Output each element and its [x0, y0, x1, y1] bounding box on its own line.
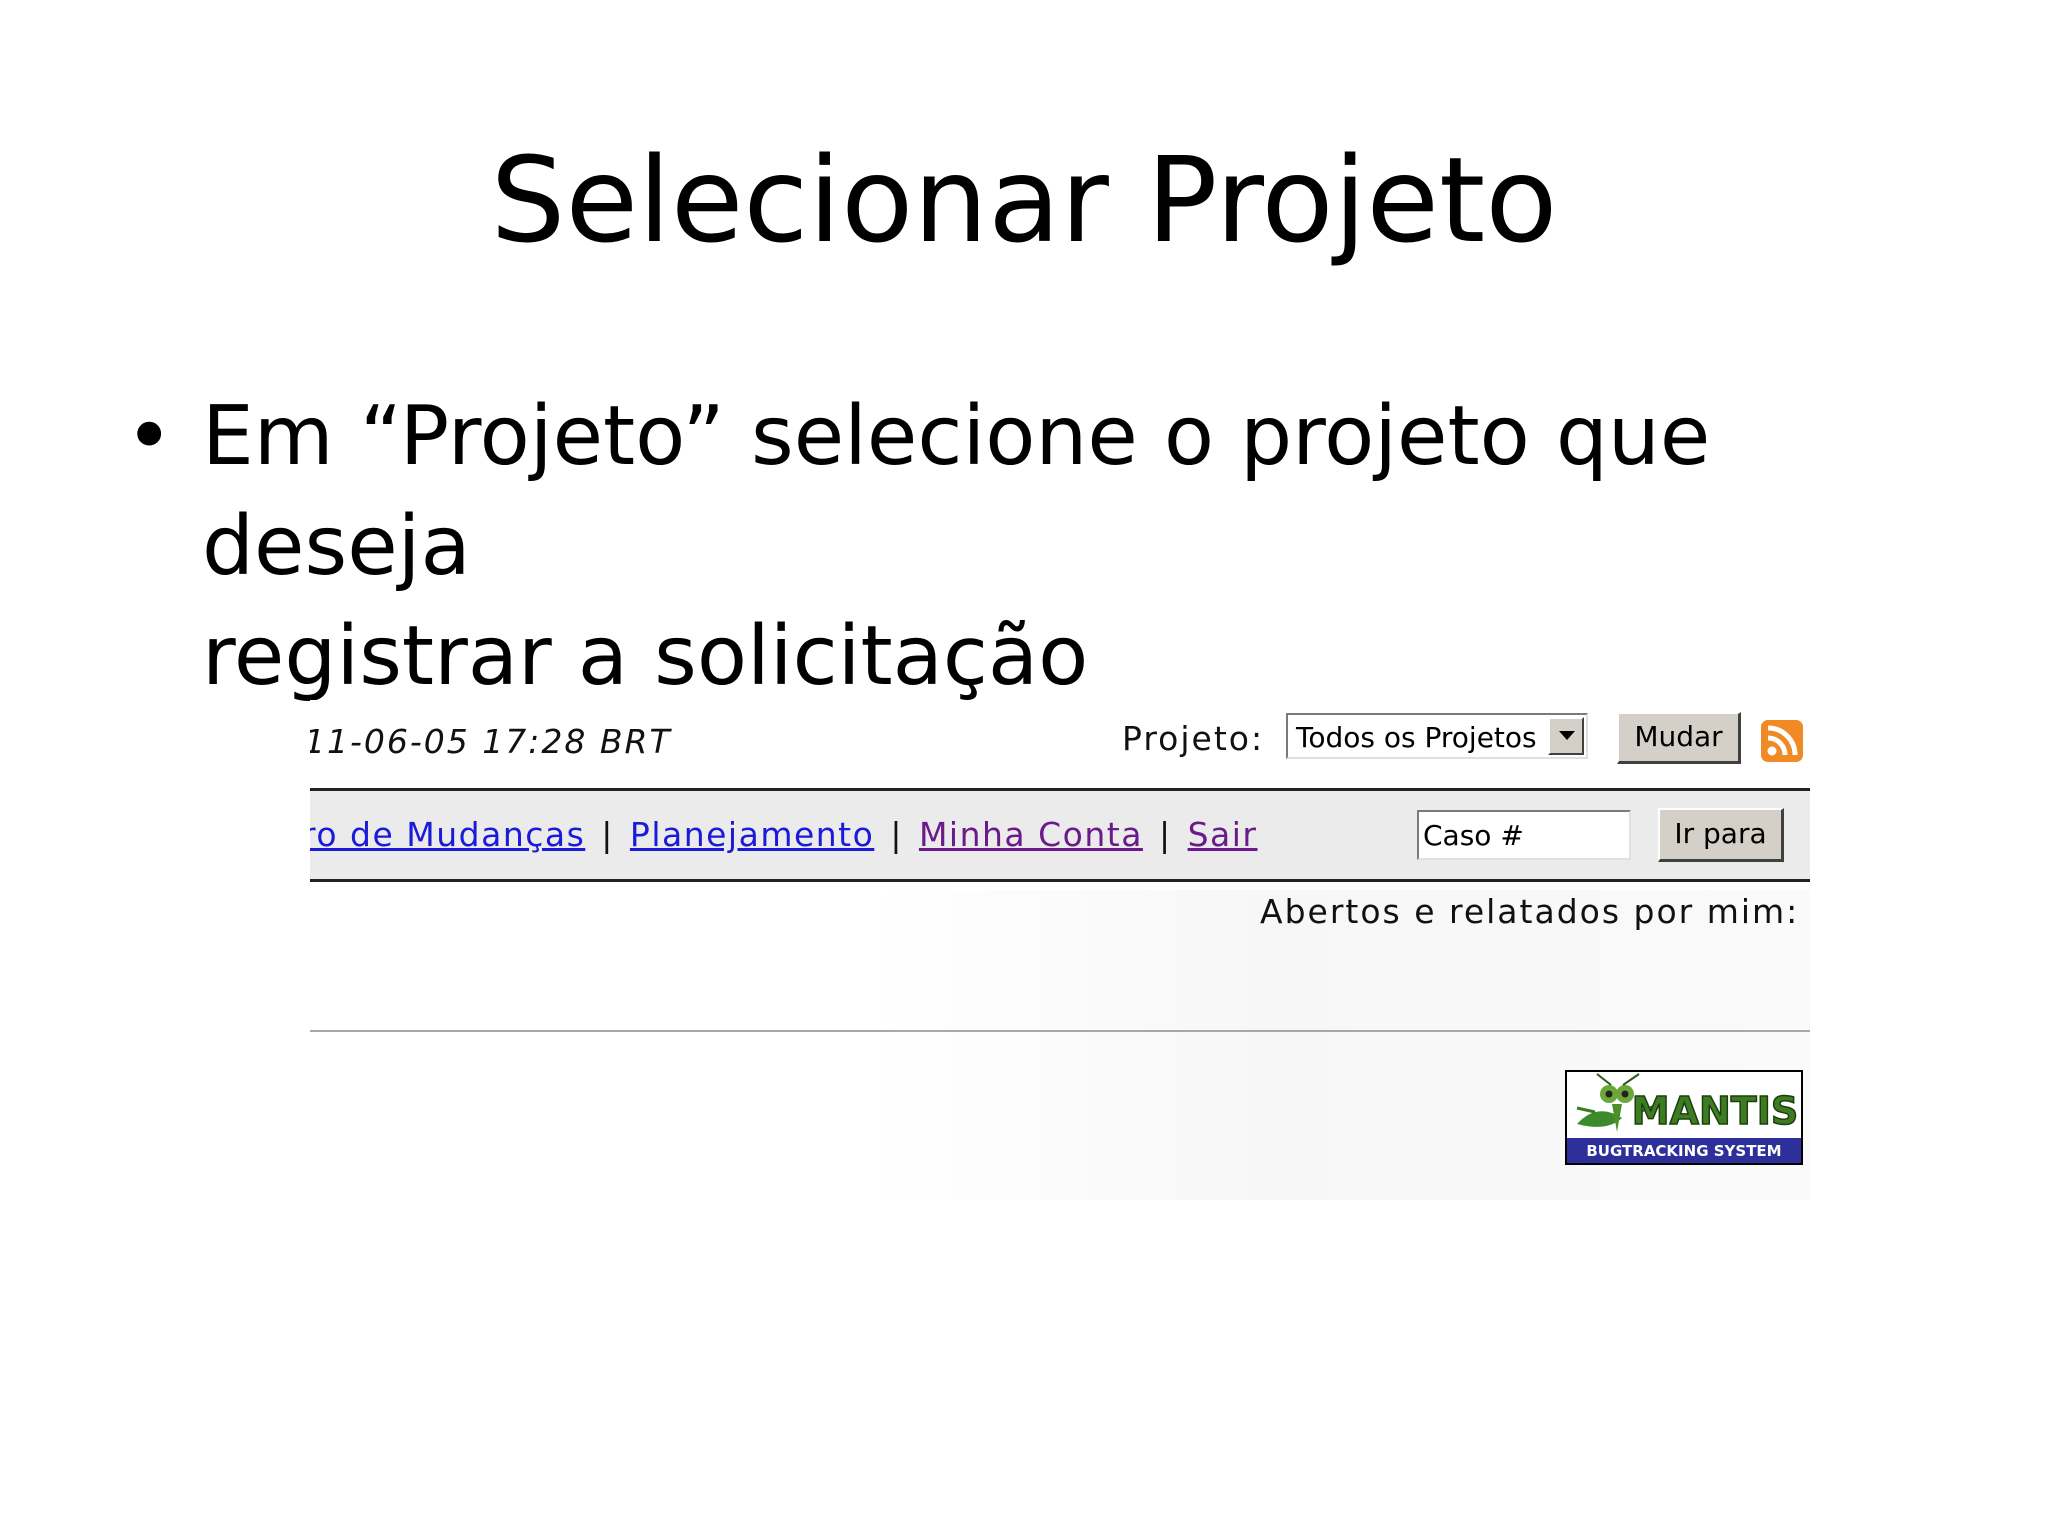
nav-links: ro de Mudanças | Planejamento | Minha Conta |…: [310, 815, 1257, 854]
rss-feed-icon[interactable]: [1761, 720, 1803, 762]
nav-separator: |: [1158, 815, 1172, 854]
go-to-issue-button[interactable]: Ir para: [1658, 808, 1784, 862]
logo-top: MANTIS: [1567, 1072, 1801, 1138]
slide: Selecionar Projeto • Em “Projeto” seleci…: [0, 0, 2048, 1536]
change-project-button[interactable]: Mudar: [1617, 712, 1741, 764]
mantis-logo-icon[interactable]: MANTIS BUGTRACKING SYSTEM: [1565, 1070, 1803, 1165]
svg-text:BUGTRACKING SYSTEM: BUGTRACKING SYSTEM: [1586, 1142, 1781, 1160]
project-select[interactable]: Todos os Projetos: [1286, 713, 1588, 759]
bullet-dot: •: [125, 389, 174, 484]
bullet-text: Em “Projeto” selecione o projeto que des…: [202, 382, 1962, 712]
nav-separator: |: [601, 815, 614, 854]
issue-number-input[interactable]: Caso #: [1417, 810, 1631, 860]
nav-link-logout[interactable]: Sair: [1188, 815, 1258, 854]
nav-bar: ro de Mudanças | Planejamento | Minha Conta |…: [310, 788, 1810, 882]
chevron-down-icon[interactable]: [1548, 717, 1584, 755]
nav-link-change-log[interactable]: ro de Mudanças: [310, 815, 585, 854]
datetime-text: 11-06-05 17:28 BRT: [310, 722, 672, 761]
logo-band: BUGTRACKING SYSTEM: [1567, 1138, 1801, 1163]
project-select-value: Todos os Projetos: [1296, 721, 1537, 754]
project-label: Projeto:: [1122, 719, 1265, 758]
nav-separator: |: [890, 815, 903, 854]
nav-link-roadmap[interactable]: Planejamento: [630, 815, 874, 854]
open-reported-label: Abertos e relatados por mim:: [1260, 892, 1800, 931]
slide-title: Selecionar Projeto: [490, 131, 1558, 269]
svg-text:MANTIS: MANTIS: [1632, 1089, 1798, 1133]
bullet-line-1: Em “Projeto” selecione o projeto que des…: [202, 389, 1711, 594]
bullet-line-2: registrar a solicitação: [202, 609, 1089, 704]
divider: [310, 1030, 1810, 1032]
nav-link-my-account[interactable]: Minha Conta: [919, 815, 1143, 854]
open-reported-summary: Abertos e relatados por mim: C: [1260, 892, 1810, 931]
mantis-screenshot: 11-06-05 17:28 BRT Projeto: Todos os Pro…: [310, 700, 1810, 1200]
